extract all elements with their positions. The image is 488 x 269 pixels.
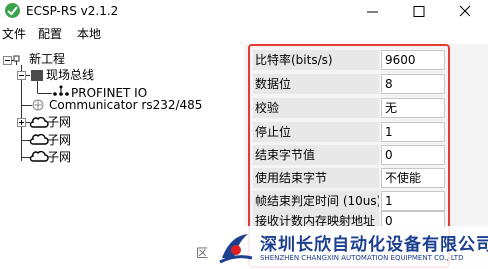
minimize-button[interactable] (350, 0, 396, 24)
tree-item-subnet[interactable]: 子网 (47, 133, 71, 148)
profinet-icon (53, 85, 69, 96)
property-row-frame-end-time: 帧结束判定时间 (10us) 1 (253, 191, 445, 211)
expand-toggle-icon[interactable] (17, 118, 26, 127)
project-icon (11, 55, 20, 65)
menu-bar: 文件 配置 本地 (0, 24, 488, 44)
property-value-field[interactable]: 9600 (381, 50, 445, 70)
company-watermark: 深圳长欣自动化设备有限公司 SHENZHEN CHANGXIN AUTOMATI… (214, 226, 488, 269)
tree-item-subnet[interactable]: 子网 (47, 150, 71, 165)
property-value-field[interactable]: 1 (381, 122, 445, 142)
property-label: 停止位 (253, 122, 379, 142)
property-value-field[interactable]: 0 (381, 145, 445, 165)
collapse-toggle-icon[interactable] (3, 56, 12, 65)
tree-item-project[interactable]: 新工程 (29, 52, 65, 67)
company-name-en: SHENZHEN CHANGXIN AUTOMATION EQUIPMENT C… (260, 254, 464, 262)
menu-file[interactable]: 文件 (2, 26, 26, 42)
cloud-icon (29, 133, 49, 145)
property-value-field[interactable]: 无 (381, 98, 445, 118)
property-label: 帧结束判定时间 (10us) (253, 191, 379, 211)
property-row-end-byte: 结束字节值 0 (253, 145, 445, 165)
minimize-icon (367, 11, 378, 13)
window-title: ECSP-RS v2.1.2 (26, 4, 119, 18)
maximize-icon (413, 6, 425, 17)
maximize-button[interactable] (396, 0, 442, 24)
property-label: 比特率(bits/s) (253, 50, 379, 70)
property-row-databits: 数据位 8 (253, 74, 445, 94)
property-row-baudrate: 比特率(bits/s) 9600 (253, 50, 445, 70)
company-name-cn: 深圳长欣自动化设备有限公司 (260, 235, 488, 255)
cloud-icon (29, 150, 49, 162)
property-label: 数据位 (253, 74, 379, 94)
close-button[interactable] (442, 0, 488, 24)
tree-item-subnet[interactable]: 子网 (47, 115, 71, 130)
tree-item-fieldbus[interactable]: 现场总线 (46, 68, 94, 83)
property-value-field[interactable]: 1 (381, 191, 445, 211)
partial-text: 区 (196, 246, 209, 260)
menu-config[interactable]: 配置 (38, 26, 62, 42)
menu-local[interactable]: 本地 (77, 26, 101, 42)
property-row-use-end-byte: 使用结束字节 不使能 (253, 168, 445, 188)
title-bar: ECSP-RS v2.1.2 (0, 0, 488, 24)
property-row-stopbits: 停止位 1 (253, 122, 445, 142)
app-icon (5, 3, 20, 18)
property-value-field[interactable]: 8 (381, 74, 445, 94)
tree-item-communicator[interactable]: Communicator rs232/485 (49, 98, 202, 113)
property-value-field[interactable]: 不使能 (381, 168, 445, 188)
cloud-icon (29, 116, 49, 128)
project-tree: 新工程 现场总线 PROFINET IO Communicator rs232/… (0, 44, 245, 269)
company-logo-icon (219, 234, 253, 264)
communicator-icon (32, 99, 44, 111)
property-label: 结束字节值 (253, 145, 379, 165)
property-row-parity: 校验 无 (253, 98, 445, 118)
close-icon (459, 5, 471, 17)
property-label: 校验 (253, 98, 379, 118)
property-label: 使用结束字节 (253, 168, 379, 188)
